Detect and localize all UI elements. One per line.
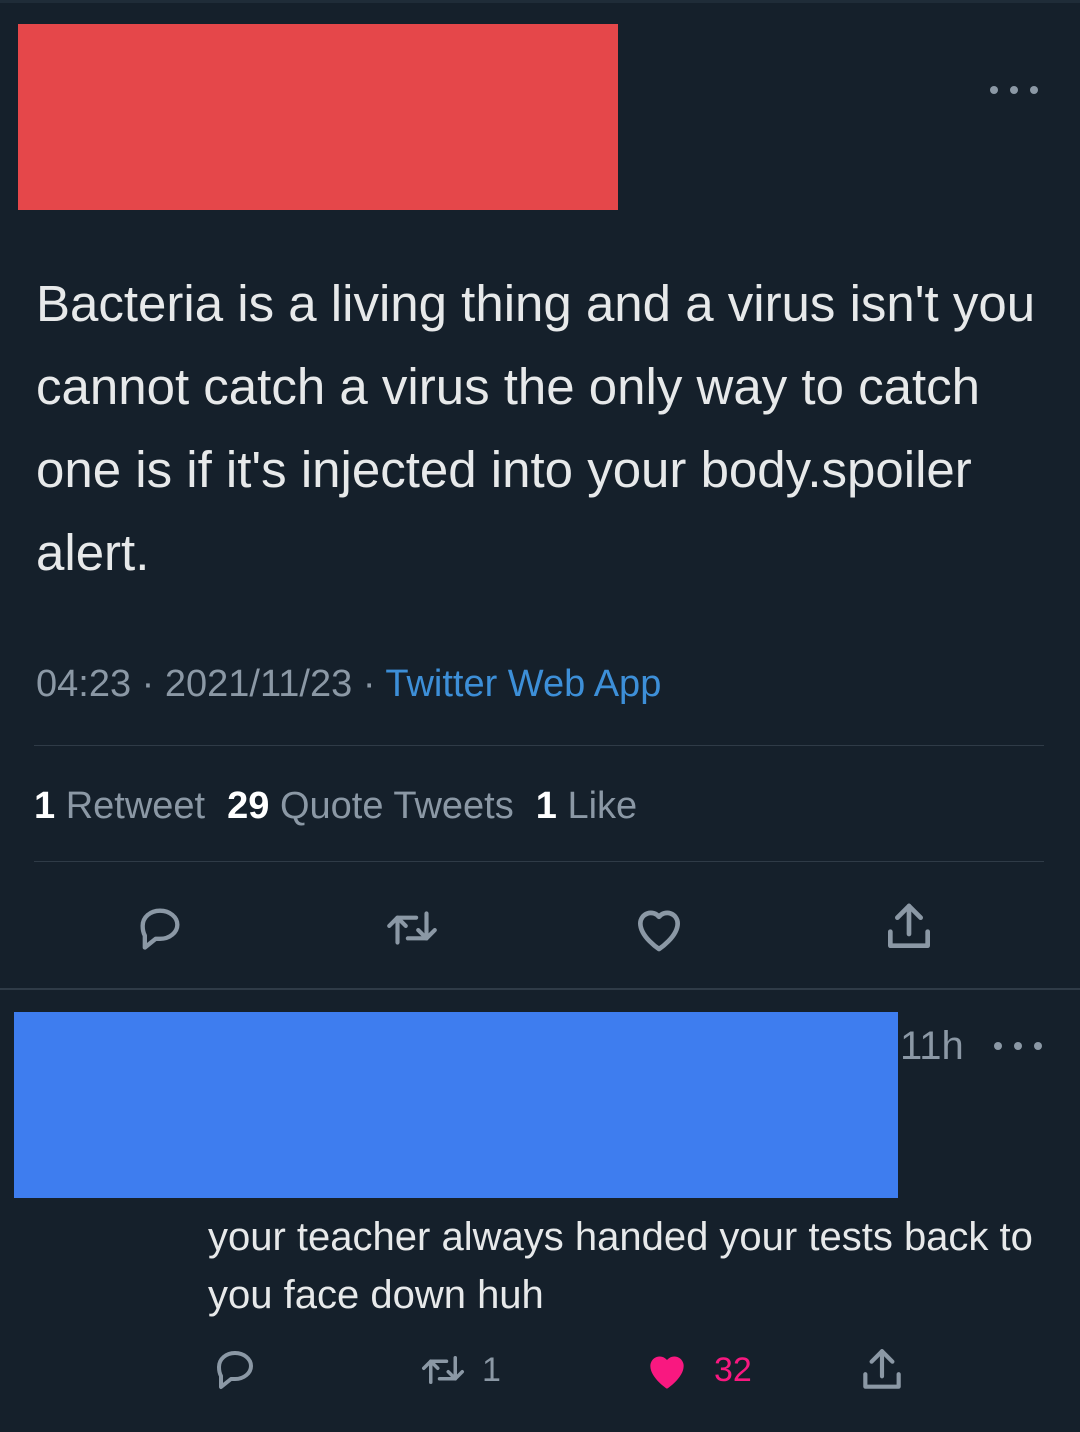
- share-icon: [888, 903, 930, 948]
- tweet-time: 04:23: [36, 663, 132, 705]
- likes-stat[interactable]: 1 Like: [536, 785, 637, 827]
- reply-more-options-icon[interactable]: [994, 1036, 1042, 1056]
- reply-icon: [140, 908, 180, 950]
- tweet-meta: 04:23 · 2021/11/23 · Twitter Web App: [36, 660, 661, 708]
- redacted-author-block: [18, 24, 618, 210]
- tweet-date: 2021/11/23: [164, 663, 353, 705]
- reply-like-count: 32: [714, 1351, 752, 1389]
- retweet-icon: [387, 911, 437, 945]
- retweet-icon: [422, 1356, 464, 1384]
- tweet-source-link[interactable]: Twitter Web App: [385, 663, 661, 705]
- reply-retweet-count: 1: [482, 1351, 501, 1389]
- tweet-text: Bacteria is a living thing and a virus i…: [36, 275, 1036, 581]
- like-button[interactable]: [628, 898, 690, 958]
- divider: [34, 745, 1044, 746]
- redacted-reply-author-block: [14, 1012, 898, 1198]
- reply-retweet-button[interactable]: 1: [418, 1346, 528, 1394]
- like-filled-icon: [650, 1356, 684, 1389]
- top-divider: [0, 0, 1080, 3]
- reply-icon: [217, 1351, 253, 1389]
- reply-like-button[interactable]: 32: [642, 1344, 772, 1396]
- retweets-stat[interactable]: 1 Retweet: [34, 785, 205, 827]
- quote-tweets-stat[interactable]: 29 Quote Tweets: [227, 785, 514, 827]
- meta-separator: ·: [362, 663, 376, 705]
- share-button[interactable]: [878, 896, 940, 958]
- reply-text: your teacher always handed your tests ba…: [208, 1215, 1033, 1317]
- share-icon: [863, 1349, 901, 1389]
- section-divider: [0, 988, 1080, 990]
- reply-share-button[interactable]: [852, 1342, 912, 1398]
- meta-separator: ·: [141, 663, 155, 705]
- reply-reply-button[interactable]: [208, 1342, 262, 1396]
- divider: [34, 861, 1044, 862]
- like-icon: [638, 910, 680, 952]
- reply-timestamp[interactable]: 11h: [900, 1022, 964, 1070]
- tweet-stats: 1 Retweet 29 Quote Tweets 1 Like: [34, 782, 637, 830]
- reply-button[interactable]: [130, 898, 190, 958]
- retweet-button[interactable]: [380, 898, 444, 958]
- more-options-icon[interactable]: [990, 80, 1038, 100]
